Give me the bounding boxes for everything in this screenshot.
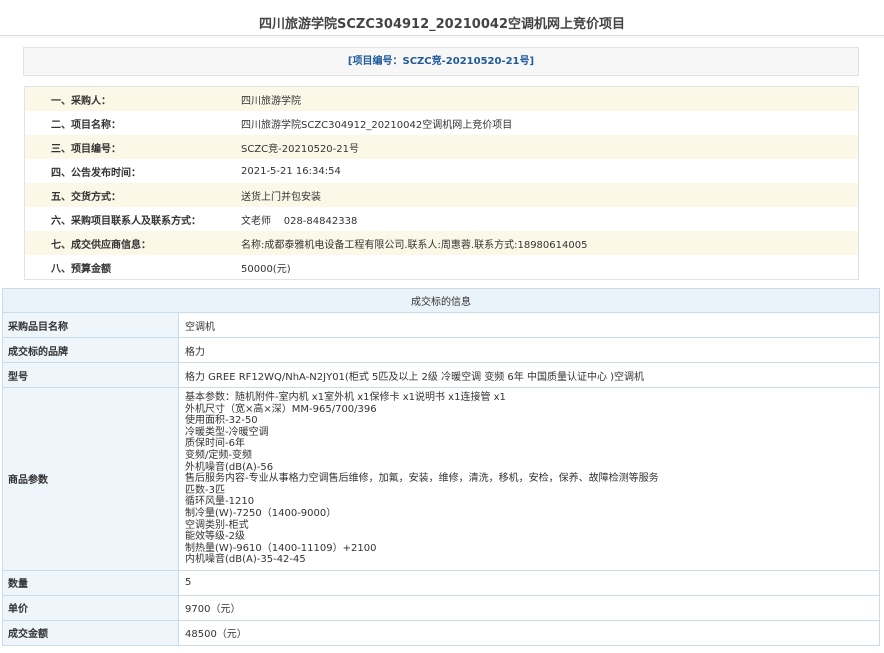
- info-value: 四川旅游学院SCZC304912_20210042空调机网上竞价项目: [241, 119, 513, 131]
- info-label: 二、项目名称：: [51, 119, 121, 131]
- info-value: 50000(元): [241, 263, 291, 275]
- info-label: 八、预算金额: [51, 263, 111, 275]
- project-code-banner: [项目编号：SCZC竞-20210520-21号]: [23, 47, 859, 76]
- info-label: 四、公告发布时间：: [51, 167, 141, 179]
- project-code-text: [项目编号：SCZC竞-20210520-21号]: [347, 56, 535, 67]
- info-row-purchaser: 一、采购人： 四川旅游学院: [25, 87, 858, 111]
- info-value: 送货上门并包安装: [241, 191, 321, 203]
- info-row-publish-time: 四、公告发布时间： 2021-5-21 16:34:54: [25, 159, 858, 183]
- row-value: 空调机: [178, 312, 880, 338]
- title-divider: [0, 37, 884, 38]
- info-row-delivery: 五、交货方式： 送货上门并包安装: [25, 183, 858, 207]
- row-model: 型号 格力 GREE RF12WQ/NhA-N2JY01(柜式 5匹及以上 2级…: [2, 362, 880, 388]
- param-line: 制热量(W)-9610（1400-11109）+2100: [185, 542, 377, 554]
- param-line: 匹数-3匹: [185, 484, 225, 496]
- row-label: 单价: [2, 594, 179, 621]
- info-row-budget: 八、预算金额 50000(元): [25, 255, 858, 279]
- info-value: 2021-5-21 16:34:54: [241, 165, 341, 177]
- row-params: 商品参数 基本参数：随机附件-室内机 x1室外机 x1保修卡 x1说明书 x1连…: [2, 387, 880, 571]
- row-value: 9700（元）: [178, 594, 880, 621]
- row-unit-price: 单价 9700（元）: [2, 594, 880, 621]
- deal-result-table: 成交标的信息 采购品目名称 空调机 成交标的品牌 格力 型号 格力 GREE R…: [2, 288, 880, 646]
- row-label: 成交金额: [2, 619, 179, 646]
- param-line: 冷暖类型-冷暖空调: [185, 426, 269, 438]
- row-value: 格力: [178, 337, 880, 363]
- info-value: 文老师 028-84842338: [241, 215, 358, 227]
- param-line: 内机噪音(dB(A)-35-42-45: [185, 554, 306, 566]
- result-table-header: 成交标的信息: [2, 288, 880, 313]
- info-row-project-name: 二、项目名称： 四川旅游学院SCZC304912_20210042空调机网上竞价…: [25, 111, 858, 135]
- param-line: 外机噪音(dB(A)-56: [185, 461, 274, 473]
- param-line: 循环风量-1210: [185, 496, 255, 508]
- row-value: 48500（元）: [178, 619, 880, 646]
- param-line: 制冷量(W)-7250（1400-9000）: [185, 507, 337, 519]
- announcement-info-table: 一、采购人： 四川旅游学院 二、项目名称： 四川旅游学院SCZC304912_2…: [24, 86, 859, 280]
- param-line: 售后服务内容-专业从事格力空调售后维修，加氟，安装，维修，清洗，移机，安检，保养…: [185, 473, 659, 485]
- param-line: 质保时间-6年: [185, 438, 245, 450]
- row-label: 采购品目名称: [2, 312, 179, 338]
- param-line: 空调类别-柜式: [185, 519, 249, 531]
- row-label: 型号: [2, 362, 179, 388]
- param-line: 基本参数：随机附件-室内机 x1室外机 x1保修卡 x1说明书 x1连接管 x1: [185, 392, 506, 403]
- page-title: 四川旅游学院SCZC304912_20210042空调机网上竞价项目: [0, 14, 884, 36]
- param-line: 外机尺寸（宽×高×深）MM-965/700/396: [185, 403, 377, 415]
- param-line: 能效等级-2级: [185, 531, 245, 543]
- info-label: 六、采购项目联系人及联系方式：: [51, 215, 201, 227]
- row-quantity: 数量 5: [2, 569, 880, 596]
- row-label: 商品参数: [2, 387, 179, 571]
- row-value: 5: [178, 569, 880, 596]
- params-cell: 基本参数：随机附件-室内机 x1室外机 x1保修卡 x1说明书 x1连接管 x1…: [178, 387, 880, 571]
- info-row-contact: 六、采购项目联系人及联系方式： 文老师 028-84842338: [25, 207, 858, 231]
- row-label: 成交标的品牌: [2, 337, 179, 363]
- param-line: 变频/定频-变频: [185, 449, 252, 461]
- row-brand: 成交标的品牌 格力: [2, 337, 880, 363]
- info-value: 名称:成都泰雅机电设备工程有限公司.联系人:周惠蓉.联系方式:189806140…: [241, 239, 588, 251]
- info-label: 三、项目编号：: [51, 143, 121, 155]
- info-label: 一、采购人：: [51, 95, 111, 107]
- row-label: 数量: [2, 569, 179, 596]
- row-item-name: 采购品目名称 空调机: [2, 312, 880, 338]
- info-value: 四川旅游学院: [241, 95, 301, 107]
- info-value: SCZC竞-20210520-21号: [241, 143, 360, 155]
- row-value: 格力 GREE RF12WQ/NhA-N2JY01(柜式 5匹及以上 2级 冷暖…: [178, 362, 880, 388]
- info-label: 七、成交供应商信息：: [51, 239, 151, 251]
- info-row-supplier: 七、成交供应商信息： 名称:成都泰雅机电设备工程有限公司.联系人:周惠蓉.联系方…: [25, 231, 858, 255]
- row-total: 成交金额 48500（元）: [2, 619, 880, 646]
- info-label: 五、交货方式：: [51, 191, 121, 203]
- info-row-project-code: 三、项目编号： SCZC竞-20210520-21号: [25, 135, 858, 159]
- param-line: 使用面积-32-50: [185, 415, 258, 427]
